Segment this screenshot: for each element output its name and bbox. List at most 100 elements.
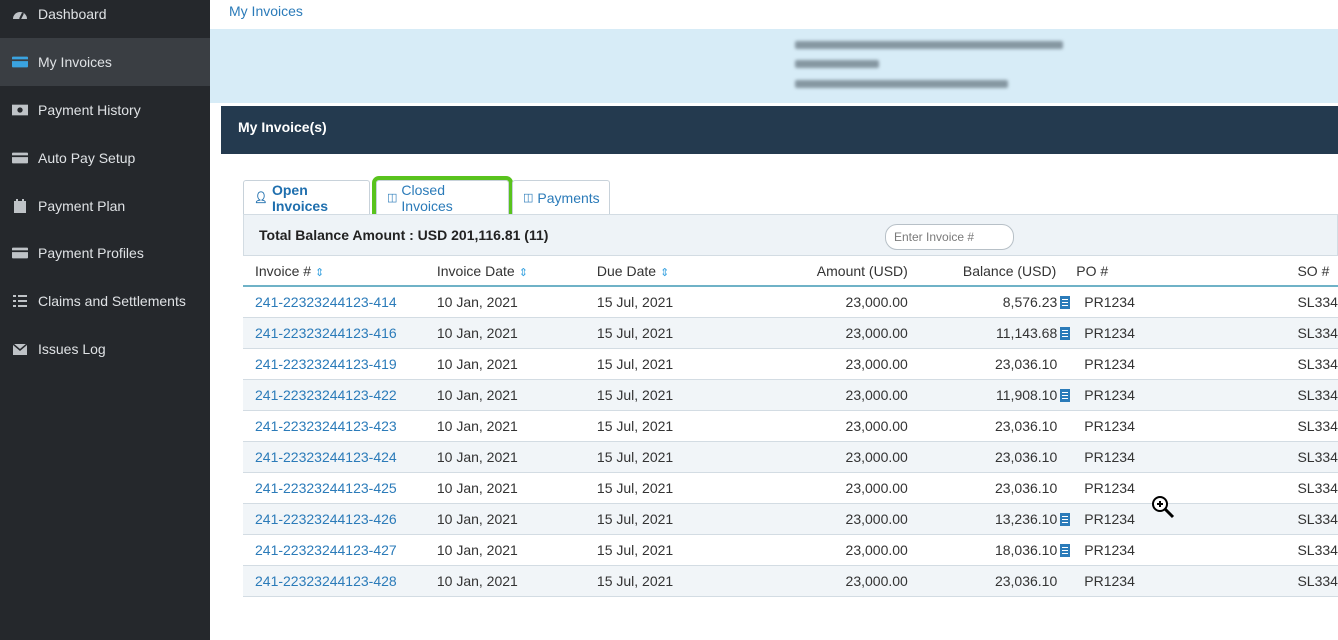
sidebar-item-my-invoices[interactable]: My Invoices <box>0 38 210 86</box>
invoice-number-link[interactable]: 241-22323244123-424 <box>243 441 437 474</box>
balance-cell: 11,908.10 <box>907 379 1077 411</box>
sort-icon: ⇕ <box>660 266 670 279</box>
table-row: 241-22323244123-414 10 Jan, 2021 15 Jul, 2… <box>243 286 1338 318</box>
tab-payments[interactable]: ◫ Payments <box>512 180 610 214</box>
sort-icon: ⇕ <box>518 266 528 279</box>
col-due-date[interactable]: Due Date ⇕ <box>596 256 736 287</box>
so-number: SL334 <box>1233 286 1338 318</box>
due-date: 15 Jul, 2021 <box>596 534 736 567</box>
balance-cell: 23,036.10 <box>907 410 1077 442</box>
invoice-number-link[interactable]: 241-22323244123-423 <box>243 410 437 442</box>
po-number: PR1234 <box>1076 379 1234 411</box>
so-number: SL334 <box>1233 503 1338 536</box>
sidebar-item-dashboard[interactable]: Dashboard <box>0 0 210 38</box>
balance: 13,236.10 <box>994 511 1058 528</box>
sidebar-item-auto-pay-setup[interactable]: Auto Pay Setup <box>0 134 210 182</box>
tab-open-invoices[interactable]: 👤︎ Open Invoices <box>243 180 370 214</box>
invoice-number-link[interactable]: 241-22323244123-425 <box>243 472 437 505</box>
sidebar-item-label: Dashboard <box>38 6 107 22</box>
balance: 23,036.10 <box>994 449 1058 466</box>
invoice-date: 10 Jan, 2021 <box>436 410 597 442</box>
cash-icon <box>12 103 28 117</box>
col-invoice-date[interactable]: Invoice Date ⇕ <box>436 256 597 287</box>
tab-closed-invoices[interactable]: ◫ Closed Invoices <box>372 176 513 218</box>
so-number: SL334 <box>1233 441 1338 474</box>
invoice-date: 10 Jan, 2021 <box>436 472 597 505</box>
blurred-account-id <box>795 60 879 68</box>
invoice-search-input[interactable] <box>885 224 1014 250</box>
po-number: PR1234 <box>1076 565 1234 598</box>
invoice-number-link[interactable]: 241-22323244123-414 <box>243 286 437 318</box>
sidebar-item-issues-log[interactable]: Issues Log <box>0 325 210 373</box>
breadcrumb[interactable]: My Invoices <box>229 3 303 19</box>
document-icon[interactable] <box>1060 513 1071 527</box>
document-icon[interactable] <box>1060 326 1071 340</box>
due-date: 15 Jul, 2021 <box>596 503 736 536</box>
balance-cell: 13,236.10 <box>907 503 1077 536</box>
sidebar-item-label: Claims and Settlements <box>38 293 186 309</box>
amount: 23,000.00 <box>735 348 908 380</box>
po-number: PR1234 <box>1076 534 1234 567</box>
col-invoice-number[interactable]: Invoice # ⇕ <box>243 256 437 287</box>
amount: 23,000.00 <box>735 410 908 442</box>
invoice-date: 10 Jan, 2021 <box>436 348 597 380</box>
blurred-account-name <box>795 41 1063 49</box>
panel-title: My Invoice(s) <box>221 106 1338 154</box>
so-number: SL334 <box>1233 565 1338 598</box>
sidebar-item-payment-plan[interactable]: Payment Plan <box>0 182 210 230</box>
invoice-date: 10 Jan, 2021 <box>436 441 597 474</box>
balance-cell: 23,036.10 <box>907 472 1077 505</box>
po-number: PR1234 <box>1076 410 1234 442</box>
table-row: 241-22323244123-422 10 Jan, 2021 15 Jul, 2… <box>243 379 1338 411</box>
due-date: 15 Jul, 2021 <box>596 565 736 598</box>
invoice-date: 10 Jan, 2021 <box>436 534 597 567</box>
table-row: 241-22323244123-424 10 Jan, 2021 15 Jul, 2… <box>243 441 1338 474</box>
sidebar-item-label: Issues Log <box>38 341 106 357</box>
sidebar-item-payment-history[interactable]: Payment History <box>0 86 210 134</box>
invoice-date: 10 Jan, 2021 <box>436 379 597 411</box>
balance-cell: 8,576.23 <box>907 286 1077 318</box>
credit-card-icon <box>12 151 28 165</box>
invoice-icon <box>12 55 28 69</box>
invoice-date: 10 Jan, 2021 <box>436 317 597 349</box>
invoice-number-link[interactable]: 241-22323244123-426 <box>243 503 437 536</box>
sidebar-item-payment-profiles[interactable]: Payment Profiles <box>0 229 210 277</box>
table-row: 241-22323244123-423 10 Jan, 2021 15 Jul, 2… <box>243 410 1338 442</box>
document-icon[interactable] <box>1060 544 1071 558</box>
invoice-date: 10 Jan, 2021 <box>436 286 597 318</box>
blurred-account-address <box>795 80 1008 88</box>
zoom-in-cursor-icon <box>1152 496 1175 519</box>
amount: 23,000.00 <box>735 441 908 474</box>
invoice-table: Invoice # ⇕ Invoice Date ⇕ Due Date ⇕ Amoun… <box>243 256 1338 598</box>
col-amount: Amount (USD) <box>735 256 908 287</box>
balance-cell: 18,036.10 <box>907 534 1077 567</box>
sidebar-item-label: Payment History <box>38 102 141 118</box>
invoice-number-link[interactable]: 241-22323244123-419 <box>243 348 437 380</box>
balance: 23,036.10 <box>994 573 1058 590</box>
due-date: 15 Jul, 2021 <box>596 286 736 318</box>
total-balance: Total Balance Amount : USD 201,116.81 (1… <box>259 227 549 243</box>
balance-cell: 11,143.68 <box>907 317 1077 349</box>
list-icon <box>12 294 28 308</box>
col-balance: Balance (USD) <box>907 256 1077 287</box>
amount: 23,000.00 <box>735 317 908 349</box>
sort-icon: ⇕ <box>315 266 325 279</box>
balance: 23,036.10 <box>994 480 1058 497</box>
invoice-number-link[interactable]: 241-22323244123-428 <box>243 565 437 598</box>
sidebar-item-label: Payment Plan <box>38 198 126 214</box>
so-number: SL334 <box>1233 410 1338 442</box>
invoice-number-link[interactable]: 241-22323244123-422 <box>243 379 437 411</box>
document-icon[interactable] <box>1060 388 1071 402</box>
so-number: SL334 <box>1233 534 1338 567</box>
amount: 23,000.00 <box>735 534 908 567</box>
balance: 8,576.23 <box>1002 293 1058 310</box>
sidebar-item-claims-and-settlements[interactable]: Claims and Settlements <box>0 277 210 325</box>
due-date: 15 Jul, 2021 <box>596 441 736 474</box>
invoice-number-link[interactable]: 241-22323244123-416 <box>243 317 437 349</box>
invoice-number-link[interactable]: 241-22323244123-427 <box>243 534 437 567</box>
document-icon[interactable] <box>1060 295 1071 309</box>
balance: 11,143.68 <box>996 324 1058 341</box>
balance: 23,036.10 <box>994 417 1058 434</box>
tab-label: Closed Invoices <box>401 181 453 214</box>
so-number: SL334 <box>1233 472 1338 505</box>
